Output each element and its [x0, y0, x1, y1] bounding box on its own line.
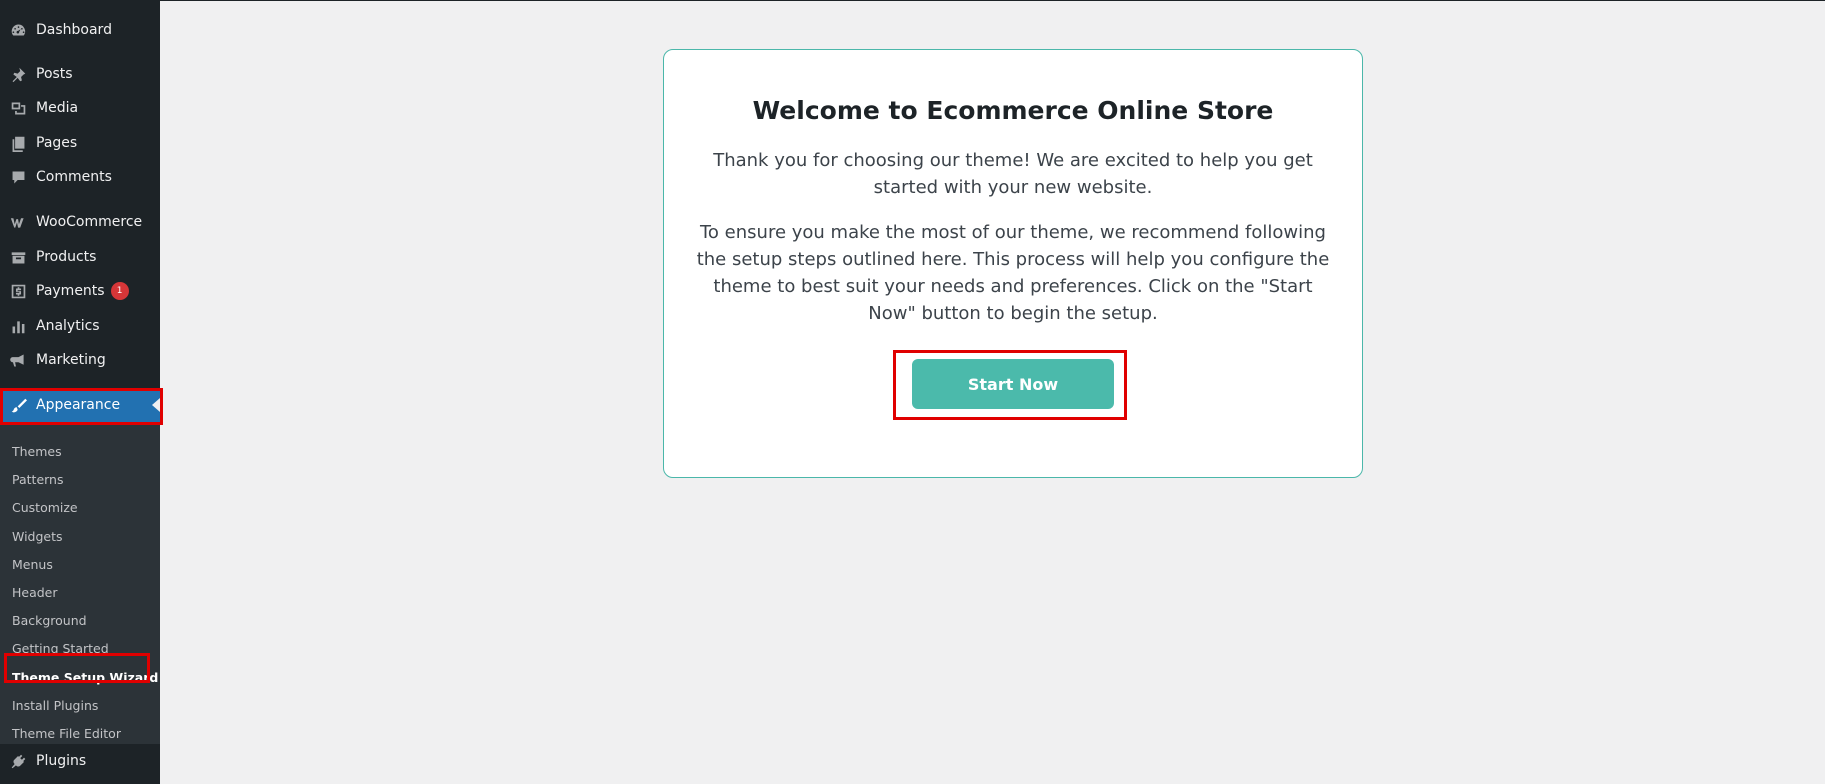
pages-icon: [8, 133, 28, 153]
menu-dashboard[interactable]: Dashboard: [0, 13, 160, 47]
page-title: Welcome to Ecommerce Online Store: [752, 96, 1274, 125]
brush-icon: [8, 395, 28, 415]
menu-label: Posts: [36, 66, 73, 82]
instructions-text: To ensure you make the most of our theme…: [696, 222, 1330, 324]
submenu-theme-setup-wizard[interactable]: Theme Setup Wizard: [12, 668, 158, 688]
dashboard-icon: [8, 20, 28, 40]
submenu-customize[interactable]: Customize: [12, 498, 78, 518]
menu-plugins[interactable]: Plugins: [0, 744, 160, 778]
admin-sidebar: Dashboard Posts Media Pages Comments Woo…: [0, 0, 160, 784]
menu-label: Appearance: [36, 397, 121, 413]
welcome-card: Welcome to Ecommerce Online Store Thank …: [663, 49, 1363, 478]
menu-label: Pages: [36, 135, 78, 151]
submenu-background[interactable]: Background: [12, 611, 87, 631]
menu-label: WooCommerce: [36, 214, 143, 230]
menu-payments[interactable]: Payments 1: [0, 274, 160, 308]
submenu-widgets[interactable]: Widgets: [12, 527, 63, 547]
archive-icon: [8, 247, 28, 267]
menu-posts[interactable]: Posts: [0, 57, 160, 91]
submenu-header[interactable]: Header: [12, 583, 58, 603]
bar-chart-icon: [8, 316, 28, 336]
menu-label: Products: [36, 249, 97, 265]
menu-label: Payments: [36, 283, 105, 299]
appearance-submenu: Themes Patterns Customize Widgets Menus …: [0, 424, 160, 744]
submenu-menus[interactable]: Menus: [12, 555, 53, 575]
plug-icon: [8, 751, 28, 771]
menu-analytics[interactable]: Analytics: [0, 309, 160, 343]
menu-woocommerce[interactable]: WooCommerce: [0, 205, 160, 239]
menu-label: Comments: [36, 169, 112, 185]
menu-pages[interactable]: Pages: [0, 126, 160, 160]
submenu-install-plugins[interactable]: Install Plugins: [12, 696, 98, 716]
start-now-button[interactable]: Start Now: [912, 359, 1114, 409]
menu-comments[interactable]: Comments: [0, 160, 160, 194]
menu-label: Dashboard: [36, 22, 112, 38]
menu-appearance[interactable]: Appearance: [0, 388, 160, 422]
payments-icon: [8, 281, 28, 301]
submenu-theme-file-editor[interactable]: Theme File Editor: [12, 724, 121, 744]
menu-label: Analytics: [36, 318, 100, 334]
submenu-themes[interactable]: Themes: [12, 442, 62, 462]
menu-marketing[interactable]: Marketing: [0, 343, 160, 377]
submenu-patterns[interactable]: Patterns: [12, 470, 63, 490]
media-icon: [8, 98, 28, 118]
megaphone-icon: [8, 350, 28, 370]
notification-badge: 1: [110, 282, 129, 300]
woo-icon: [8, 212, 28, 232]
menu-media[interactable]: Media: [0, 91, 160, 125]
current-indicator: [152, 398, 160, 412]
top-divider: [160, 0, 1825, 1]
menu-label: Media: [36, 100, 79, 116]
menu-label: Marketing: [36, 352, 106, 368]
pin-icon: [8, 64, 28, 84]
comment-icon: [8, 167, 28, 187]
menu-products[interactable]: Products: [0, 240, 160, 274]
submenu-getting-started[interactable]: Getting Started: [12, 639, 109, 659]
intro-text: Thank you for choosing our theme! We are…: [713, 150, 1313, 198]
menu-label: Plugins: [36, 753, 87, 769]
